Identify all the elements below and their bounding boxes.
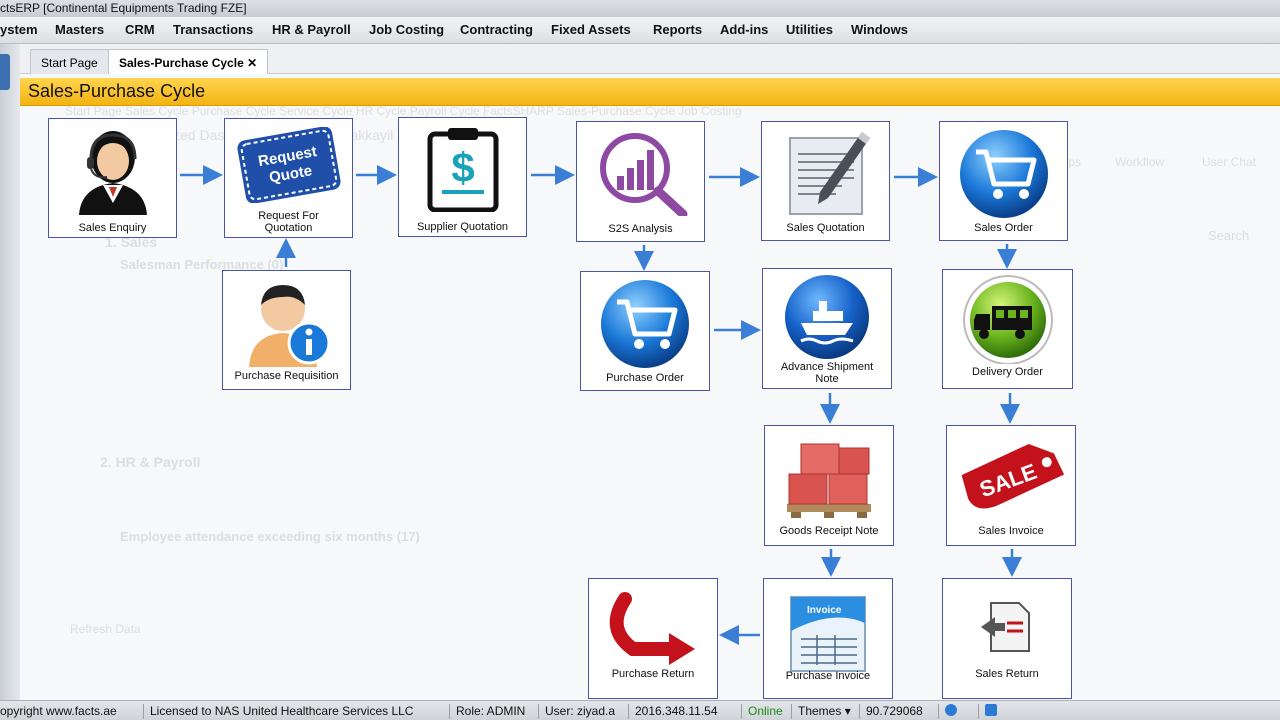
themes-dropdown[interactable]: Themes ▾ (791, 704, 851, 719)
chevron-down-icon: ▾ (844, 704, 851, 718)
refresh-icon[interactable] (978, 704, 1008, 719)
status-copyright: opyright www.facts.ae (0, 704, 117, 718)
status-user: User: ziyad.a (538, 704, 615, 719)
themes-label: Themes (798, 704, 842, 718)
status-zoom: 90.729068 (859, 704, 923, 719)
status-license: Licensed to NAS United Healthcare Servic… (143, 704, 413, 719)
flow-arrows (180, 165, 1022, 645)
status-online: Online (741, 704, 783, 719)
status-bar: opyright www.facts.ae Licensed to NAS Un… (0, 700, 1280, 720)
globe-icon[interactable] (938, 704, 968, 719)
status-version: 2016.348.11.54 (628, 704, 718, 719)
erp-window: ctsERP [Continental Equipments Trading F… (0, 0, 1280, 720)
status-role: Role: ADMIN (449, 704, 525, 719)
